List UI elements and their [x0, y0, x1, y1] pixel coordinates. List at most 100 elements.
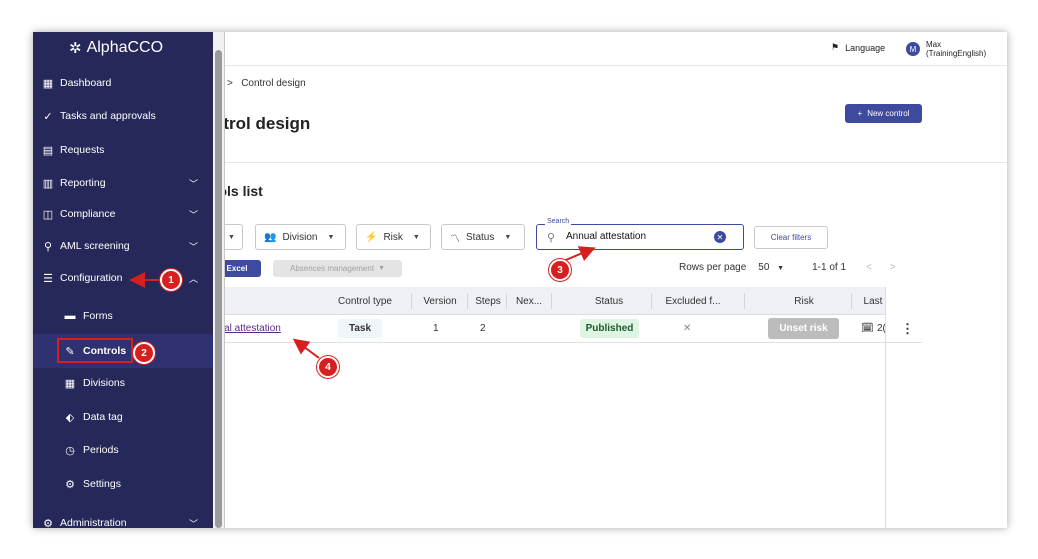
version-cell: 1: [433, 323, 439, 334]
col-header-next[interactable]: Nex...: [510, 296, 548, 307]
user-menu[interactable]: M Max (TrainingEnglish): [906, 40, 986, 58]
col-header-steps[interactable]: Steps: [472, 296, 504, 307]
page-range: 1-1 of 1: [812, 262, 847, 273]
top-bar: ⚑ Language M Max (TrainingEnglish): [213, 32, 1007, 66]
sidebar-item-label: Divisions: [83, 377, 126, 389]
search-input[interactable]: Search ⚲ Annual attestation ✕: [536, 218, 744, 250]
sidebar-item-label: Tasks and approvals: [60, 110, 156, 122]
division-filter[interactable]: 👥 Division ▼: [255, 224, 346, 250]
col-header-excluded[interactable]: Excluded f...: [655, 296, 731, 307]
page-title: ntrol design: [213, 114, 311, 133]
chevron-down-icon: ﹀: [189, 178, 199, 189]
steps-cell: 2: [480, 323, 486, 334]
pagination: Rows per page 50 ▼ 1-1 of 1 < >: [679, 262, 896, 273]
sidebar-item-compliance[interactable]: ◫ Compliance ﹀: [33, 199, 213, 229]
status-filter[interactable]: 〽 Status ▼: [441, 224, 525, 250]
flag-icon: ⚑: [831, 42, 840, 52]
actions-column: ⋮: [885, 287, 922, 528]
chevron-up-icon: ︿: [189, 273, 199, 284]
search-icon: ⚲: [43, 240, 53, 253]
column-separator[interactable]: [744, 293, 745, 309]
language-selector[interactable]: ⚑ Language: [831, 42, 885, 53]
language-label: Language: [845, 42, 886, 53]
sidebar-item-label: Dashboard: [60, 77, 112, 89]
risk-filter-label: Risk: [383, 231, 403, 243]
dashboard-icon: ▦: [42, 77, 54, 90]
status-badge: Published: [580, 319, 639, 338]
col-header-control-type[interactable]: Control type: [331, 296, 399, 307]
search-value: Annual attestation: [566, 231, 647, 242]
new-control-label: New control: [867, 109, 910, 118]
sidebar-item-label: Settings: [83, 478, 121, 490]
gear-icon: ⚙: [65, 478, 75, 491]
column-separator[interactable]: [506, 293, 507, 309]
column-separator[interactable]: [467, 293, 468, 309]
sidebar-item-label: Administration: [60, 517, 127, 528]
clear-filters-button[interactable]: Clear filters: [754, 226, 828, 249]
division-filter-label: Division: [282, 231, 318, 243]
highlight-box: [57, 338, 133, 363]
logo: ✲ AlphaCCO: [69, 39, 163, 57]
sidebar-item-label: Configuration: [60, 272, 123, 284]
col-header-version[interactable]: Version: [416, 296, 464, 307]
rows-per-page-select[interactable]: 50 ▼: [758, 262, 784, 273]
sidebar-subitem-data-tag[interactable]: ⬖ Data tag: [33, 402, 213, 432]
tune-icon: ☰: [43, 272, 53, 285]
sidebar-item-aml-screening[interactable]: ⚲ AML screening ﹀: [33, 231, 213, 261]
column-separator[interactable]: [551, 293, 552, 309]
sidebar-item-label: Data tag: [83, 411, 123, 423]
chevron-down-icon: ▼: [504, 233, 512, 241]
chevron-down-icon: ▼: [228, 233, 235, 241]
prev-page-icon[interactable]: <: [866, 262, 872, 273]
sidebar-item-label: Compliance: [60, 208, 116, 220]
forms-icon: ▬: [64, 310, 76, 322]
sidebar-item-reporting[interactable]: ▥ Reporting ﹀: [33, 168, 213, 198]
sidebar-subitem-settings[interactable]: ⚙ Settings: [33, 469, 213, 499]
col-header-status[interactable]: Status: [573, 296, 645, 307]
scroll-thumb[interactable]: [215, 50, 222, 528]
sidebar-subitem-divisions[interactable]: ▦ Divisions: [33, 368, 213, 398]
chevron-down-icon: ▼: [777, 265, 785, 272]
sidebar: ✲ AlphaCCO ▦ Dashboard ✓ Tasks and appro…: [33, 32, 213, 528]
sidebar-scrollbar[interactable]: [213, 32, 225, 528]
sidebar-subitem-periods[interactable]: ◷ Periods: [33, 435, 213, 465]
status-icon: 〽: [450, 233, 460, 245]
user-info: Max (TrainingEnglish): [926, 40, 986, 58]
col-header-risk[interactable]: Risk: [769, 296, 839, 307]
clear-search-icon[interactable]: ✕: [714, 231, 726, 243]
sidebar-item-tasks[interactable]: ✓ Tasks and approvals: [33, 101, 213, 131]
sidebar-item-dashboard[interactable]: ▦ Dashboard: [33, 68, 213, 98]
sidebar-item-requests[interactable]: ▤ Requests: [33, 135, 213, 165]
table-header: e Control type Version Steps Nex... Stat…: [213, 287, 921, 315]
absences-label: Absences management: [290, 264, 375, 273]
people-icon: 👥: [264, 231, 277, 243]
check-circle-icon: ✓: [43, 110, 53, 123]
avatar: M: [906, 42, 920, 56]
rows-per-page-label: Rows per page: [679, 262, 747, 273]
risk-filter[interactable]: ⚡ Risk ▼: [356, 224, 431, 250]
logo-text: AlphaCCO: [86, 39, 164, 56]
column-separator[interactable]: [651, 293, 652, 309]
more-vert-icon[interactable]: ⋮: [901, 321, 914, 337]
next-page-icon[interactable]: >: [890, 262, 896, 273]
unset-risk-button[interactable]: Unset risk: [768, 318, 839, 339]
annotation-badge: 3: [549, 259, 571, 281]
sidebar-item-configuration[interactable]: ☰ Configuration ︿: [33, 263, 213, 293]
sidebar-subitem-forms[interactable]: ▬ Forms: [33, 301, 213, 331]
calendar-icon: 🗓: [861, 323, 874, 334]
new-control-button[interactable]: + New control: [845, 104, 922, 123]
user-name: Max: [926, 40, 942, 49]
chevron-down-icon: ﹀: [189, 209, 199, 220]
building-icon: ▦: [64, 377, 76, 390]
table-row[interactable]: nual attestation Task 1 2 Published ✕ Un…: [213, 315, 921, 343]
user-org: (TrainingEnglish): [926, 49, 987, 58]
sidebar-item-administration[interactable]: ⚙ Administration ﹀: [33, 508, 213, 528]
annotation-badge: 2: [133, 342, 155, 364]
column-separator[interactable]: [411, 293, 412, 309]
chevron-down-icon: ﹀: [189, 241, 199, 252]
library-icon: ◫: [42, 208, 54, 221]
sidebar-item-label: Requests: [60, 144, 105, 156]
control-type-chip: Task: [338, 319, 382, 338]
tag-icon: ⬖: [65, 411, 75, 424]
column-separator[interactable]: [851, 293, 852, 309]
